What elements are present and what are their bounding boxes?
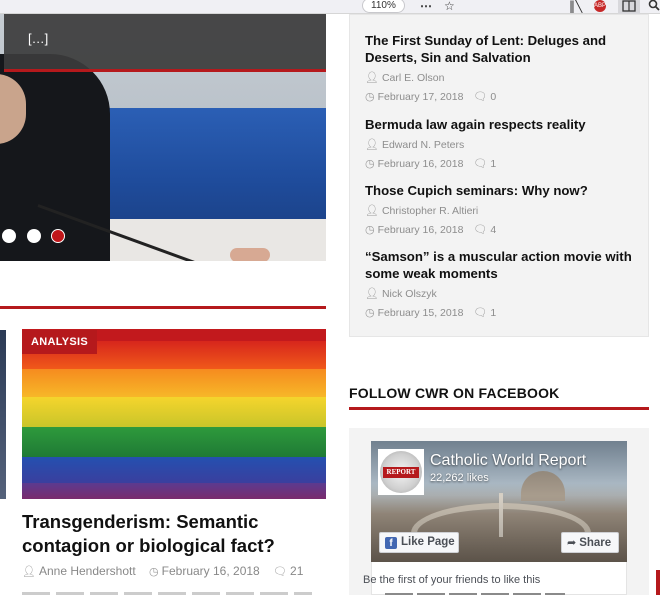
recent-post-author[interactable]: Christopher R. Altieri: [382, 205, 478, 217]
like-page-button[interactable]: f Like Page: [379, 532, 459, 553]
browser-toolbar: 110% ⋯ ☆ ‖╲ ABP: [0, 0, 660, 14]
recent-post-item: The First Sunday of Lent: Deluges and De…: [365, 32, 640, 103]
page-actions-icon[interactable]: ⋯: [420, 0, 433, 13]
author-icon: 👤︎: [365, 138, 379, 151]
category-badge[interactable]: ANALYSIS: [22, 330, 98, 354]
author-icon: 👤︎: [365, 204, 379, 217]
feature-author-link[interactable]: Anne Hendershott: [39, 564, 136, 578]
section-divider: [0, 306, 326, 309]
slider-dot-2[interactable]: [27, 229, 41, 243]
facebook-page-logo[interactable]: REPORT: [378, 449, 424, 495]
facebook-widget: REPORT Catholic World Report 22,262 like…: [349, 428, 649, 595]
clock-icon: ◷: [365, 223, 375, 236]
author-icon: 👤︎: [365, 287, 379, 300]
recent-post-comments[interactable]: 1: [490, 158, 496, 170]
read-more-link[interactable]: […]: [28, 31, 48, 46]
recent-posts-widget: The First Sunday of Lent: Deluges and De…: [349, 14, 649, 337]
facebook-page-name[interactable]: Catholic World Report: [430, 452, 586, 470]
recent-post-title[interactable]: The First Sunday of Lent: Deluges and De…: [365, 32, 640, 66]
recent-post-item: Bermuda law again respects reality 👤︎ Edw…: [365, 116, 640, 170]
comment-icon: 🗨︎: [473, 90, 488, 103]
facebook-friends-text: Be the first of your friends to like thi…: [363, 574, 541, 586]
logo-report-text: REPORT: [383, 467, 419, 478]
feature-comment-count[interactable]: 21: [290, 564, 303, 578]
logo-globe-icon: REPORT: [380, 451, 422, 493]
recent-post-author[interactable]: Nick Olszyk: [382, 288, 437, 300]
adblock-extension-icon[interactable]: ABP: [594, 0, 606, 12]
slider-dot-1[interactable]: [2, 229, 16, 243]
facebook-like-count: 22,262 likes: [430, 472, 489, 484]
author-icon: 👤︎: [365, 71, 379, 84]
bookmark-star-icon[interactable]: ☆: [444, 0, 455, 13]
clock-icon: ◷: [149, 565, 159, 578]
feature-article-title[interactable]: Transgenderism: Semantic contagion or bi…: [22, 510, 322, 558]
slider-caption[interactable]: […]: [4, 14, 326, 72]
author-icon: 👤︎: [22, 565, 36, 578]
share-button[interactable]: ➦ Share: [561, 532, 619, 553]
search-icon[interactable]: [648, 0, 660, 14]
slider-dot-3-active[interactable]: [51, 229, 65, 243]
recent-post-item: “Samson” is a muscular action movie with…: [365, 248, 640, 319]
clock-icon: ◷: [365, 157, 375, 170]
clock-icon: ◷: [365, 306, 375, 319]
facebook-f-icon: f: [385, 537, 397, 549]
facebook-heading-divider: [349, 407, 649, 410]
recent-post-item: Those Cupich seminars: Why now? 👤︎ Christ…: [365, 182, 640, 236]
comment-icon: 🗨︎: [473, 223, 488, 236]
recent-post-author[interactable]: Carl E. Olson: [382, 72, 444, 84]
share-arrow-icon: ➦: [567, 536, 577, 549]
recent-post-date: February 16, 2018: [377, 158, 464, 170]
scroll-to-top-tab[interactable]: [656, 570, 660, 595]
reader-view-icon[interactable]: [618, 0, 640, 14]
recent-post-date: February 16, 2018: [377, 224, 464, 236]
comment-icon: 🗨︎: [473, 306, 488, 319]
library-icon[interactable]: ‖╲: [569, 0, 582, 13]
recent-post-date: February 17, 2018: [377, 91, 464, 103]
recent-post-comments[interactable]: 0: [490, 91, 496, 103]
recent-post-comments[interactable]: 4: [490, 224, 496, 236]
recent-post-date: February 15, 2018: [377, 307, 464, 319]
featured-slider[interactable]: […]: [0, 14, 326, 261]
like-page-label: Like Page: [401, 536, 455, 548]
comment-icon: 🗨︎: [473, 157, 488, 170]
slider-image-hand: [230, 248, 270, 261]
feature-date: February 16, 2018: [161, 564, 260, 578]
clock-icon: ◷: [365, 90, 375, 103]
facebook-widget-heading: FOLLOW CWR ON FACEBOOK: [349, 385, 560, 401]
feature-article-meta: 👤︎ Anne Hendershott ◷ February 16, 2018 🗨︎…: [22, 564, 313, 578]
recent-post-comments[interactable]: 1: [490, 307, 496, 319]
comment-icon: 🗨︎: [273, 565, 288, 578]
recent-post-title[interactable]: “Samson” is a muscular action movie with…: [365, 248, 640, 282]
recent-post-title[interactable]: Those Cupich seminars: Why now?: [365, 182, 640, 199]
zoom-level-badge[interactable]: 110%: [362, 0, 405, 13]
facebook-page-cover[interactable]: REPORT Catholic World Report 22,262 like…: [371, 441, 627, 562]
feature-article-image[interactable]: [22, 329, 326, 499]
share-label: Share: [579, 537, 612, 549]
recent-post-title[interactable]: Bermuda law again respects reality: [365, 116, 640, 133]
adjacent-article-thumbnail[interactable]: [0, 330, 6, 499]
recent-post-author[interactable]: Edward N. Peters: [382, 139, 464, 151]
